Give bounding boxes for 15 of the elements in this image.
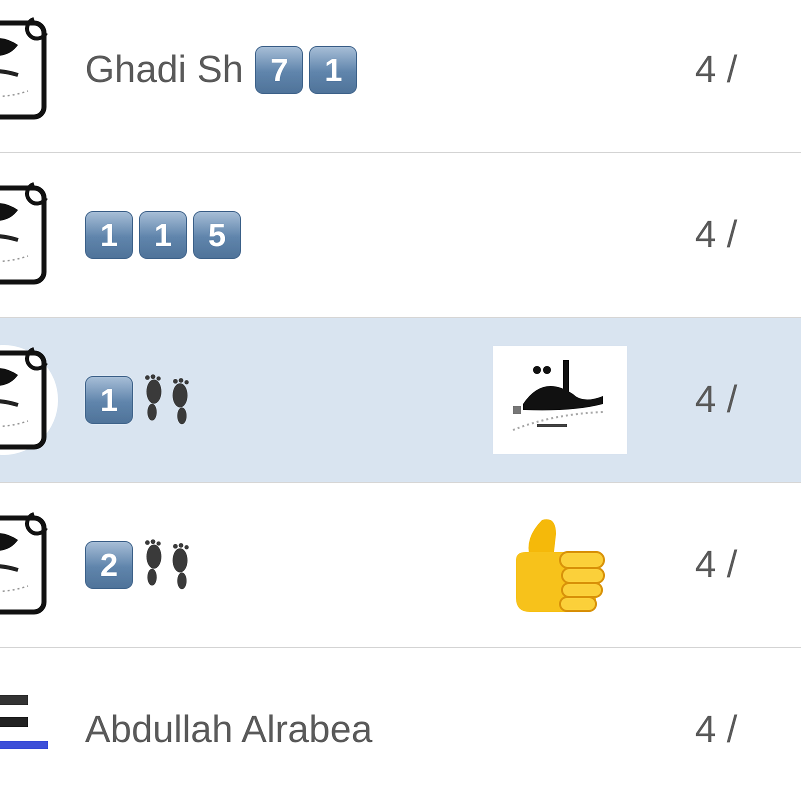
message-date: 4 /	[695, 48, 738, 92]
keycap-emoji: 2	[85, 541, 133, 589]
keycap-emoji: 1	[139, 211, 187, 259]
keycap-emoji: 5	[193, 211, 241, 259]
keycap-emoji: 1	[309, 46, 358, 94]
message-date: 4 /	[695, 214, 738, 256]
contact-name: Ghadi Sh	[85, 48, 244, 92]
message-date: 4 /	[695, 544, 738, 586]
message-date: 4 /	[695, 708, 738, 752]
keycap-emoji: 1	[85, 376, 133, 424]
keycap-emoji: 1	[85, 211, 133, 259]
contact-name: Abdullah Alrabea	[85, 708, 372, 752]
message-date: 4 /	[695, 378, 738, 422]
keycap-emoji: 7	[255, 46, 304, 94]
chat-row[interactable]: 1 4 /	[0, 318, 801, 483]
